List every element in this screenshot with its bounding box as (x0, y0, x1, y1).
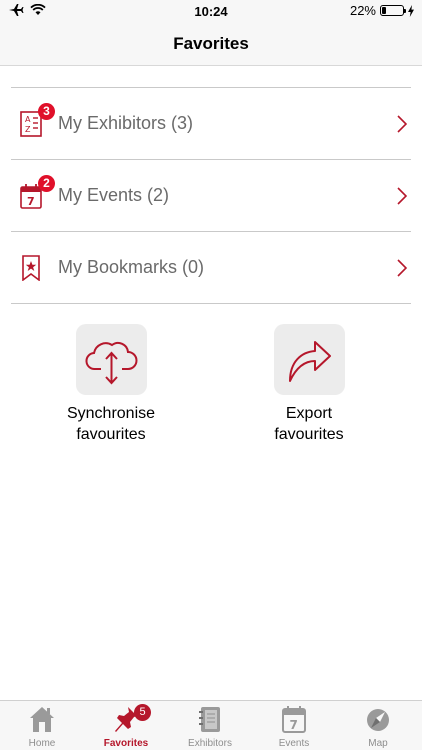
house-icon (30, 707, 54, 732)
list-item-exhibitors[interactable]: A Z 3 My Exhibitors (3) (11, 87, 411, 159)
cloud-sync-icon (85, 341, 137, 385)
battery-percent: 22% (349, 3, 376, 18)
sync-label-line1: Synchronise (66, 405, 156, 422)
svg-text:Z: Z (25, 125, 31, 134)
tab-label: Events (278, 738, 310, 749)
charging-icon (408, 4, 414, 17)
chevron-right-icon (397, 187, 407, 205)
favorites-count-badge: 5 (134, 704, 151, 721)
list-item-events[interactable]: 7 2 My Events (2) (11, 159, 411, 231)
export-tile[interactable] (273, 324, 345, 395)
synchronise-favourites-button[interactable]: Synchronise favourites (36, 324, 186, 445)
svg-text:A: A (25, 115, 31, 124)
svg-text:7: 7 (290, 718, 298, 732)
status-bar: 10:24 22% (0, 0, 422, 22)
tab-label: Favorites (103, 738, 149, 749)
sync-label-line2: favourites (76, 426, 146, 443)
tab-map[interactable]: Map (336, 701, 420, 751)
favorites-list: A Z 3 My Exhibitors (3) 7 2 My Events (2… (11, 87, 411, 304)
tab-favorites[interactable]: 5 Favorites (84, 701, 168, 751)
list-item-label: My Bookmarks (0) (58, 257, 205, 277)
tab-events[interactable]: 7 Events (252, 701, 336, 751)
tab-label: Exhibitors (188, 738, 232, 749)
bookmark-star-icon (22, 255, 40, 281)
calendar-icon: 7 (282, 706, 306, 733)
list-item-bookmarks[interactable]: My Bookmarks (0) (11, 231, 411, 304)
tab-bar: Home 5 Favorites Exhibitors 7 Events Map (0, 700, 422, 750)
list-item-label: My Exhibitors (3) (58, 113, 194, 133)
export-favourites-button[interactable]: Export favourites (234, 324, 384, 445)
battery-level (382, 7, 386, 14)
sync-tile[interactable] (75, 324, 147, 395)
count-badge: 3 (38, 103, 55, 120)
battery-icon (380, 5, 406, 16)
notebook-icon (199, 707, 220, 732)
share-arrow-icon (288, 341, 331, 382)
export-label-line1: Export (285, 405, 333, 422)
tab-exhibitors[interactable]: Exhibitors (168, 701, 252, 751)
compass-icon (367, 709, 389, 731)
svg-text:7: 7 (27, 195, 35, 208)
navigation-bar: Favorites (0, 22, 422, 66)
tab-label: Home (28, 738, 56, 749)
list-item-label: My Events (2) (58, 185, 170, 205)
page-title: Favorites (173, 34, 249, 53)
export-label-line2: favourites (274, 426, 344, 443)
tab-home[interactable]: Home (0, 701, 84, 751)
tab-label: Map (368, 738, 388, 749)
chevron-right-icon (397, 259, 407, 277)
count-badge: 2 (38, 175, 55, 192)
chevron-right-icon (397, 115, 407, 133)
